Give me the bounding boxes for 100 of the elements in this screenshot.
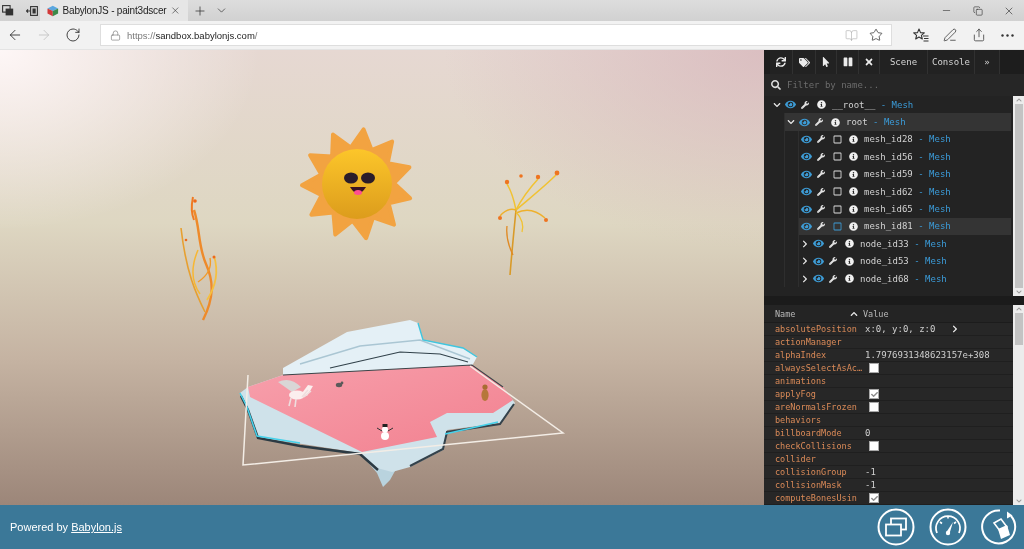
eye-icon[interactable] <box>800 203 812 215</box>
eye-icon[interactable] <box>800 186 812 198</box>
pause-button[interactable] <box>837 50 859 74</box>
close-tab-icon[interactable] <box>170 5 181 16</box>
tree-row[interactable]: __root__ - Mesh <box>771 96 1011 114</box>
column-header[interactable]: Value <box>863 308 889 319</box>
book-icon <box>845 28 858 42</box>
snowman-drawing <box>376 424 394 440</box>
column-header[interactable]: Name <box>775 308 796 319</box>
property-name: alphaIndex <box>775 350 828 360</box>
debug-button[interactable] <box>929 508 967 546</box>
wrench-icon[interactable] <box>829 257 837 266</box>
tree-row[interactable]: mesh_id28 - Mesh <box>799 130 1011 149</box>
environment-button[interactable] <box>981 508 1019 546</box>
chevron-right-icon[interactable] <box>801 257 809 266</box>
tree-row[interactable]: root - Mesh <box>785 113 1011 131</box>
wrench-icon[interactable] <box>817 222 825 231</box>
eye-icon[interactable] <box>784 99 796 111</box>
info-icon[interactable] <box>848 152 858 162</box>
info-icon[interactable] <box>848 204 858 214</box>
property-name: collisionGroup <box>775 467 848 477</box>
filter-field[interactable]: Filter by name... <box>787 76 1024 94</box>
node-label: root - Mesh <box>846 117 906 128</box>
wrench-icon[interactable] <box>817 187 825 196</box>
property-value: 0 <box>865 428 871 438</box>
property-name: animations <box>775 376 828 386</box>
info-icon[interactable] <box>844 274 854 284</box>
favorites-list-icon <box>912 28 929 42</box>
info-icon[interactable] <box>844 256 854 266</box>
chevron-right-icon[interactable] <box>951 325 960 333</box>
restore-icon <box>972 5 983 16</box>
sort-up-icon[interactable] <box>850 309 858 318</box>
tree-row[interactable]: mesh_id65 - Mesh <box>799 200 1011 218</box>
refresh-button[interactable] <box>770 50 793 74</box>
info-icon[interactable] <box>830 117 840 127</box>
wrench-icon[interactable] <box>817 205 825 214</box>
chevron-right-icon[interactable] <box>801 239 809 248</box>
node-label: node_id68 - Mesh <box>860 273 947 284</box>
checkbox[interactable] <box>869 493 879 503</box>
wrench-icon[interactable] <box>817 152 825 161</box>
scrollbar-track[interactable] <box>1013 305 1024 505</box>
eye-icon[interactable] <box>812 273 824 285</box>
scrollbar-thumb[interactable] <box>1014 104 1023 288</box>
info-icon[interactable] <box>848 169 858 179</box>
info-icon[interactable] <box>816 100 826 110</box>
more-tabs-button[interactable]: » <box>975 50 1000 74</box>
gauge-icon <box>929 508 967 546</box>
wrench-icon[interactable] <box>817 170 825 179</box>
wrench-icon[interactable] <box>815 118 823 127</box>
tree-row[interactable]: mesh_id56 - Mesh <box>799 148 1011 166</box>
more-icon <box>1001 33 1014 37</box>
eye-icon[interactable] <box>800 151 812 163</box>
info-icon[interactable] <box>848 134 858 144</box>
browser-tab[interactable]: BabylonJS - paint3dscer <box>40 0 188 21</box>
tree-row[interactable]: mesh_id62 - Mesh <box>799 182 1011 201</box>
tags-button[interactable] <box>793 50 816 74</box>
checkbox[interactable] <box>869 389 879 399</box>
wrench-icon[interactable] <box>829 239 837 248</box>
favorite-button[interactable] <box>869 28 883 42</box>
close-button[interactable] <box>859 50 880 74</box>
checkbox[interactable] <box>869 441 879 451</box>
inspector-tab[interactable]: Scene <box>880 50 928 74</box>
powered-by-text: Powered by Babylon.js <box>10 521 122 533</box>
tree-row[interactable]: node_id53 - Mesh <box>799 252 1011 270</box>
babylon-link[interactable]: Babylon.js <box>71 521 122 533</box>
node-label: __root__ - Mesh <box>832 99 914 110</box>
eye-icon[interactable] <box>798 116 810 128</box>
chevron-right-icon[interactable] <box>801 274 809 283</box>
chevron-down-icon[interactable] <box>773 100 781 109</box>
pick-button[interactable] <box>816 50 837 74</box>
tree-row[interactable]: node_id33 - Mesh <box>799 235 1011 253</box>
node-label: mesh_id28 - Mesh <box>864 134 951 145</box>
eye-icon[interactable] <box>800 220 812 232</box>
property-name: collisionMask <box>775 480 843 490</box>
tree-row[interactable]: node_id68 - Mesh <box>799 269 1011 288</box>
wrench-icon[interactable] <box>801 100 809 109</box>
star-icon <box>869 28 883 42</box>
checkbox[interactable] <box>869 363 879 373</box>
chevron-down-icon[interactable] <box>787 118 795 127</box>
tree-row[interactable]: mesh_id59 - Mesh <box>799 165 1011 183</box>
wrench-icon[interactable] <box>817 135 825 144</box>
address-field[interactable]: https://sandbox.babylonjs.com/ <box>100 24 892 46</box>
eye-icon[interactable] <box>800 168 812 180</box>
eye-icon[interactable] <box>812 255 824 267</box>
scrollbar-thumb[interactable] <box>1014 313 1023 345</box>
info-icon[interactable] <box>848 187 858 197</box>
info-icon[interactable] <box>848 221 858 231</box>
tree-row[interactable]: mesh_id81 - Mesh <box>799 217 1011 236</box>
eye-icon[interactable] <box>812 238 824 250</box>
wrench-icon[interactable] <box>829 274 837 283</box>
cursor-icon <box>821 57 831 67</box>
node-label: mesh_id81 - Mesh <box>864 221 951 232</box>
scrollbar-track[interactable] <box>1013 96 1024 296</box>
inspector-tab[interactable]: Console <box>928 50 975 74</box>
fullscreen-button[interactable] <box>877 508 915 546</box>
info-icon[interactable] <box>844 239 854 249</box>
eye-icon[interactable] <box>800 133 812 145</box>
checkbox[interactable] <box>869 402 879 412</box>
lock-icon <box>110 29 121 41</box>
property-name: absolutePosition <box>775 324 858 334</box>
